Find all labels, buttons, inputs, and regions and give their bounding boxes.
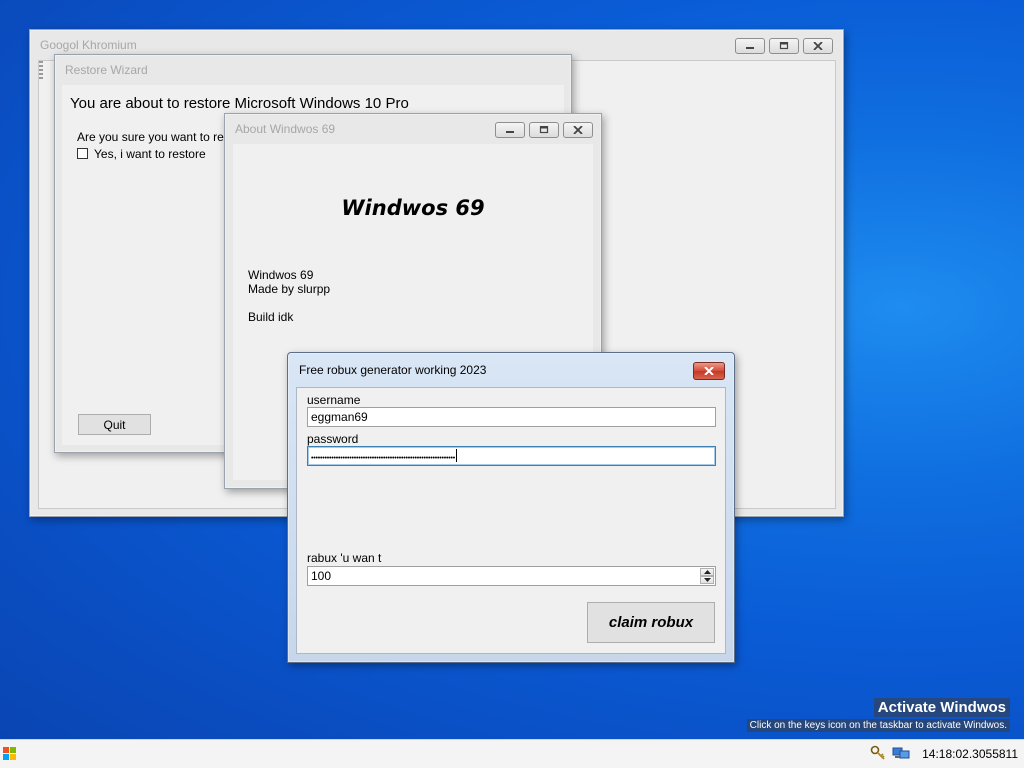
close-button[interactable] bbox=[803, 38, 833, 54]
start-button[interactable] bbox=[3, 747, 16, 760]
about-line3: Build idk bbox=[248, 310, 294, 324]
start-logo-blue bbox=[3, 754, 9, 760]
restore-checkbox[interactable] bbox=[77, 148, 88, 159]
maximize-button[interactable] bbox=[529, 122, 559, 138]
network-icon[interactable] bbox=[892, 745, 910, 764]
password-label: password bbox=[307, 432, 359, 446]
spin-up-icon bbox=[703, 570, 711, 574]
restore-heading: You are about to restore Microsoft Windo… bbox=[70, 95, 409, 112]
close-icon bbox=[573, 126, 583, 134]
amount-label: rabux 'u wan t bbox=[307, 551, 382, 565]
googol-khromium-caption-buttons bbox=[735, 38, 833, 54]
minimize-button[interactable] bbox=[495, 122, 525, 138]
amount-value: 100 bbox=[311, 569, 332, 583]
password-mask: ••••••••••••••••••••••••••••••••••••••••… bbox=[311, 455, 456, 462]
close-icon bbox=[813, 42, 823, 50]
system-tray: 14:18:02.3055811 bbox=[870, 740, 1018, 768]
spin-down-icon bbox=[703, 578, 711, 582]
close-button[interactable] bbox=[693, 362, 725, 380]
spin-down-button[interactable] bbox=[700, 576, 714, 584]
spin-up-button[interactable] bbox=[700, 568, 714, 576]
amount-spin-buttons bbox=[700, 568, 714, 584]
taskbar-clock[interactable]: 14:18:02.3055811 bbox=[922, 747, 1018, 761]
start-logo-green bbox=[10, 747, 16, 753]
amount-stepper[interactable]: 100 bbox=[307, 566, 716, 586]
robux-generator-window[interactable]: Free robux generator working 2023 userna… bbox=[287, 352, 735, 663]
minimize-icon bbox=[506, 131, 514, 133]
about-line1: Windwos 69 bbox=[248, 268, 314, 282]
maximize-icon bbox=[539, 126, 549, 134]
taskbar: 14:18:02.3055811 bbox=[0, 739, 1024, 768]
username-label: username bbox=[307, 393, 361, 407]
maximize-icon bbox=[779, 42, 789, 50]
minimize-button[interactable] bbox=[735, 38, 765, 54]
password-input[interactable]: ••••••••••••••••••••••••••••••••••••••••… bbox=[307, 446, 716, 466]
text-caret bbox=[456, 449, 458, 462]
about-big-title: Windwos 69 bbox=[341, 196, 485, 220]
start-logo-yellow bbox=[10, 754, 16, 760]
robux-titlebar[interactable]: Free robux generator working 2023 bbox=[288, 353, 734, 387]
maximize-button[interactable] bbox=[769, 38, 799, 54]
restore-checkbox-label: Yes, i want to restore bbox=[94, 147, 206, 161]
googol-khromium-title: Googol Khromium bbox=[40, 38, 137, 52]
claim-robux-button[interactable]: claim robux bbox=[587, 602, 715, 643]
quit-button[interactable]: Quit bbox=[78, 414, 151, 435]
restore-wizard-titlebar[interactable]: Restore Wizard bbox=[55, 55, 571, 85]
about-caption-buttons bbox=[495, 122, 593, 138]
keys-icon[interactable] bbox=[870, 745, 886, 764]
close-button[interactable] bbox=[563, 122, 593, 138]
toolbar-grip[interactable] bbox=[39, 61, 43, 79]
watermark-title: Activate Windwos bbox=[873, 698, 1010, 717]
robux-title: Free robux generator working 2023 bbox=[299, 363, 487, 377]
robux-content: username eggman69 password •••••••••••••… bbox=[296, 387, 726, 654]
about-line2: Made by slurpp bbox=[248, 282, 331, 296]
watermark-subtitle: Click on the keys icon on the taskbar to… bbox=[746, 719, 1010, 732]
restore-wizard-title: Restore Wizard bbox=[65, 63, 148, 77]
restore-checkbox-row[interactable]: Yes, i want to restore bbox=[77, 147, 206, 161]
activation-watermark: Activate Windwos Click on the keys icon … bbox=[746, 698, 1010, 732]
start-logo-red bbox=[3, 747, 9, 753]
about-title: About Windwos 69 bbox=[235, 122, 336, 136]
minimize-icon bbox=[746, 47, 754, 49]
username-input[interactable]: eggman69 bbox=[307, 407, 716, 427]
close-icon bbox=[704, 367, 714, 375]
